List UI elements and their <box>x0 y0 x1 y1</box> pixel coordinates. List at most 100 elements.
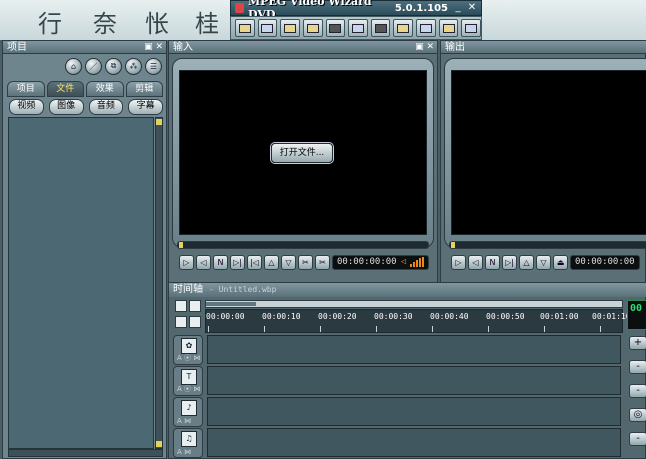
calligraphy-char: 奈 <box>93 10 117 38</box>
output-controls: ▷ ◁ N ▷| △ ▽ ⏏ 00:00:00:00 <box>451 253 640 271</box>
tab-files[interactable]: 文件 <box>46 81 84 97</box>
filter-audio-button[interactable]: 音频 <box>88 99 124 115</box>
tools-icon[interactable] <box>416 19 436 37</box>
encode-icon[interactable] <box>302 19 323 37</box>
calligraphy-char: 行 <box>38 10 62 38</box>
video-track[interactable] <box>207 335 621 364</box>
snapshot-icon[interactable] <box>175 316 187 328</box>
mark-out-button[interactable]: ▽ <box>281 254 296 270</box>
play-button[interactable]: ▷ <box>179 254 194 270</box>
output-timecode: 00:00:00:00 <box>570 254 640 270</box>
locate-button[interactable]: ◎ <box>629 408 646 422</box>
vertical-scrollbar[interactable] <box>155 117 163 449</box>
import-icon[interactable] <box>235 19 255 37</box>
filter-subtitle-button[interactable]: 字幕 <box>128 99 163 115</box>
output-timecode-value: 00:00:00:00 <box>575 256 635 267</box>
play-button[interactable]: ▷ <box>451 254 466 270</box>
timeline-ruler[interactable]: 00:00:00 00:00:10 00:00:20 00:00:30 00:0… <box>205 309 631 333</box>
split-button[interactable]: ✂ <box>315 254 330 270</box>
film-icon[interactable] <box>325 19 346 37</box>
main-toolbar <box>230 16 482 40</box>
folder-open-icon[interactable]: ⌂ <box>65 57 82 75</box>
music-track-header[interactable]: ♫ A ⋈ <box>173 428 203 458</box>
app-version: 5.0.1.105 <box>394 2 448 14</box>
scroll-up-icon[interactable] <box>156 119 162 125</box>
project-panel-title: 项目 ▣ ✕ <box>3 41 166 54</box>
tab-project[interactable]: 项目 <box>7 81 45 97</box>
seek-knob[interactable] <box>179 242 183 248</box>
panel-close-button[interactable]: ✕ <box>155 42 163 52</box>
project-title-label: 项目 <box>7 42 27 53</box>
open-file-button[interactable]: 打开文件... <box>271 143 333 163</box>
edit-icon[interactable] <box>348 19 368 37</box>
cut-button[interactable]: ✂ <box>298 254 313 270</box>
music-track[interactable] <box>207 428 621 457</box>
mark-out-button[interactable]: ▽ <box>536 254 551 270</box>
file-list[interactable] <box>8 117 154 449</box>
properties-icon[interactable]: ⁂ <box>125 57 142 75</box>
zoom-in-button[interactable]: + <box>629 336 646 350</box>
audio-track[interactable] <box>207 397 621 426</box>
output-title-label: 输出 <box>445 42 465 53</box>
timeline-title: 时间轴 - Untitled.wbp <box>169 283 646 297</box>
list-icon[interactable]: ☰ <box>145 57 162 75</box>
audio-track-header[interactable]: ♪ A ⋈ <box>173 397 203 427</box>
mark-in-button[interactable]: △ <box>519 254 534 270</box>
filter-video-button[interactable]: 视频 <box>9 99 44 115</box>
track-lock-mute-icons[interactable]: A ⦿ ⋈ <box>177 384 200 394</box>
scroll-down-icon[interactable] <box>156 441 162 447</box>
volume-meter[interactable] <box>410 257 425 267</box>
add-icon[interactable]: ／ <box>85 57 102 75</box>
go-end-button[interactable]: ▷| <box>502 254 517 270</box>
seek-knob[interactable] <box>451 242 455 248</box>
prev-frame-button[interactable]: ◁ <box>196 254 211 270</box>
film-icon[interactable] <box>189 316 201 328</box>
horizontal-scrollbar[interactable] <box>8 449 163 457</box>
mark-in-button[interactable]: △ <box>264 254 279 270</box>
copy-icon[interactable]: ⧉ <box>105 57 122 75</box>
track-lock-mute-icons[interactable]: A ⦿ ⋈ <box>177 353 200 363</box>
close-button[interactable]: ✕ <box>466 2 478 14</box>
panel-close-button[interactable]: ✕ <box>426 42 434 52</box>
title-track-header[interactable]: T A ⦿ ⋈ <box>173 366 203 396</box>
title-track[interactable] <box>207 366 621 395</box>
volume-icon[interactable]: ◁ <box>401 256 406 269</box>
tab-effects[interactable]: 效果 <box>86 81 124 97</box>
filter-image-button[interactable]: 图像 <box>48 99 84 115</box>
go-start-button[interactable]: |◁ <box>247 254 262 270</box>
timeline-zoom-bar[interactable] <box>205 300 623 308</box>
side-action-button[interactable]: - <box>629 432 646 446</box>
pin-button[interactable]: ▣ <box>415 42 424 52</box>
dvd-icon[interactable] <box>393 19 414 37</box>
track-lock-mute-icons[interactable]: A ⋈ <box>177 417 191 425</box>
go-end-button[interactable]: ▷| <box>230 254 245 270</box>
app-title-bar[interactable]: MPEG Video Wizard DVD 5.0.1.105 _ ✕ <box>230 0 482 21</box>
capture-icon[interactable] <box>257 19 278 37</box>
zoom-handle[interactable] <box>206 302 256 306</box>
main-window: 项目 ▣ ✕ ⌂ ／ ⧉ ⁂ ☰ 项目 文件 效果 剪辑 视频 图像 音频 字幕 <box>0 40 646 459</box>
minimize-button[interactable]: _ <box>452 2 464 14</box>
app-icon <box>235 3 244 13</box>
eraser-icon[interactable] <box>370 19 391 37</box>
next-frame-button[interactable]: N <box>213 254 228 270</box>
open-icon[interactable] <box>189 300 201 312</box>
prev-frame-button[interactable]: ◁ <box>468 254 483 270</box>
export-icon[interactable] <box>280 19 300 37</box>
new-icon[interactable] <box>175 300 187 312</box>
settings-icon[interactable] <box>438 19 459 37</box>
pin-button[interactable]: ▣ <box>144 42 153 52</box>
timeline-timecode: 00 <box>627 300 646 330</box>
output-seek-bar[interactable] <box>449 241 646 249</box>
eject-button[interactable]: ⏏ <box>553 254 568 270</box>
input-timecode-value: 00:00:00:00 <box>337 256 397 267</box>
audio-track-icon: ♪ <box>181 400 197 416</box>
video-track-header[interactable]: ✿ A ⦿ ⋈ <box>173 335 203 365</box>
input-seek-bar[interactable] <box>177 241 429 249</box>
track-lock-mute-icons[interactable]: A ⋈ <box>177 448 191 456</box>
tab-clips[interactable]: 剪辑 <box>125 81 163 97</box>
next-frame-button[interactable]: N <box>485 254 500 270</box>
side-action-button[interactable]: - <box>629 384 646 398</box>
exit-icon[interactable] <box>461 19 482 37</box>
ruler-label: 00:00:40 <box>430 312 469 321</box>
zoom-out-button[interactable]: - <box>629 360 646 374</box>
